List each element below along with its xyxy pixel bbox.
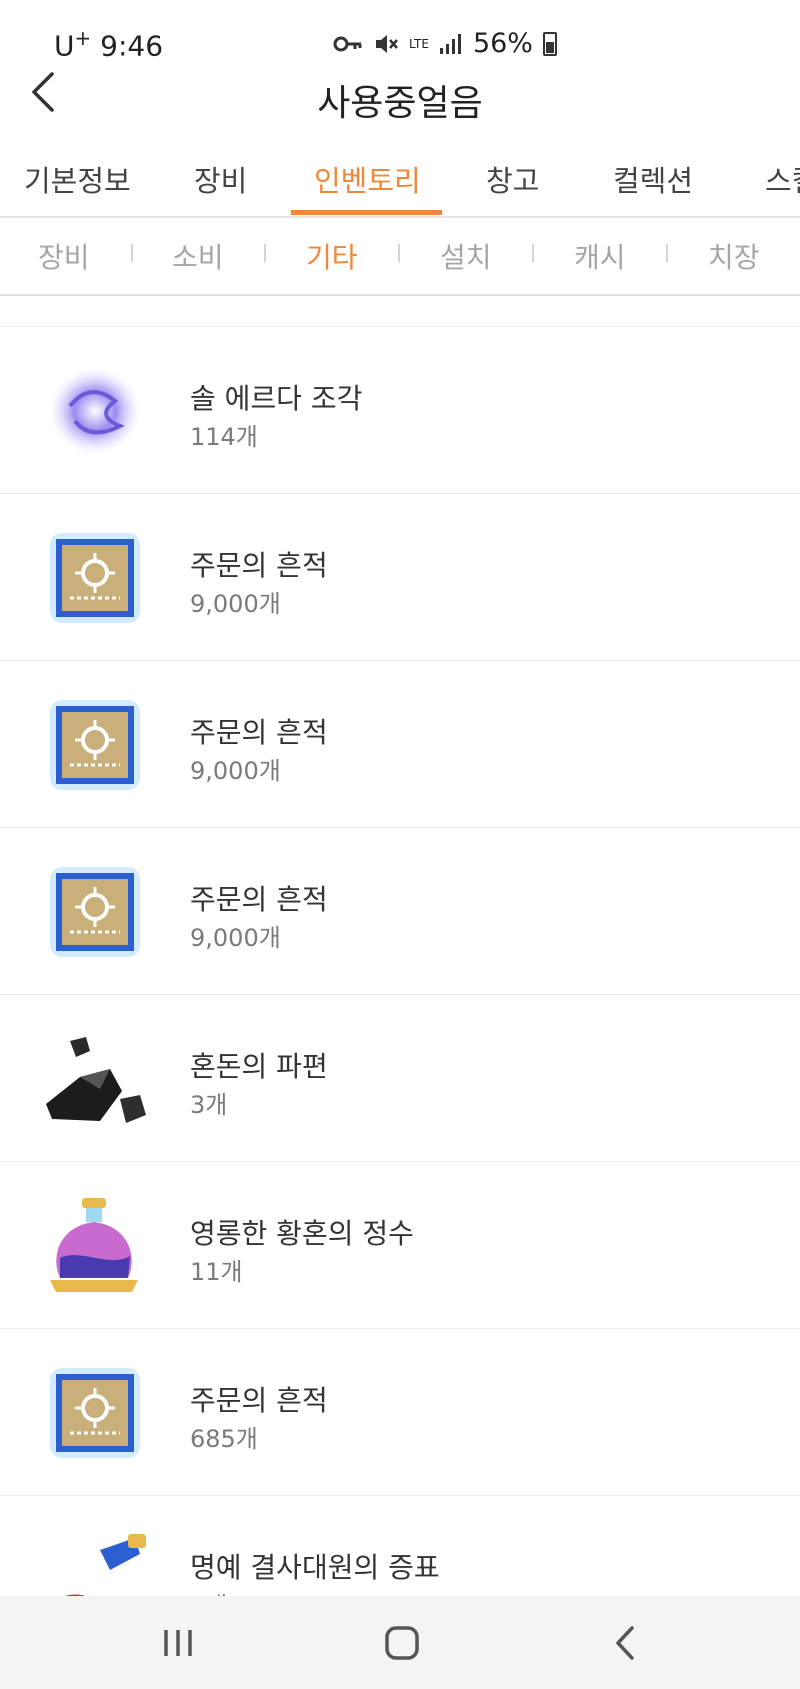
item-quantity: 114개 [190, 423, 258, 451]
recent-apps-button[interactable] [148, 1618, 208, 1668]
list-item[interactable]: 영롱한 황혼의 정수 11개 [0, 1162, 800, 1329]
vpn-key-icon [333, 36, 362, 51]
subtab-equip[interactable]: 장비 [38, 236, 90, 276]
item-quantity: 9,000개 [190, 590, 281, 618]
list-item[interactable]: 주문의 흔적 9,000개 [0, 661, 800, 828]
chaos-fragment-icon [40, 1029, 150, 1129]
subtab-cash[interactable]: 캐시 [574, 236, 626, 276]
tab-inventory[interactable]: 인벤토리 [314, 158, 421, 200]
item-name: 주문의 흔적 [190, 716, 328, 749]
tab-storage[interactable]: 창고 [486, 158, 539, 200]
spell-trace-icon [40, 1363, 150, 1463]
system-back-button[interactable] [596, 1618, 656, 1668]
sol-erda-fragment-icon [40, 361, 150, 461]
item-quantity: 9,000개 [190, 757, 281, 785]
signal-icon [439, 33, 461, 54]
item-name: 솔 에르다 조각 [190, 382, 363, 415]
network-type: LTE [409, 36, 429, 51]
sub-tabs: 장비 소비 기타 설치 캐시 치장 [0, 218, 800, 296]
spell-trace-icon [40, 862, 150, 962]
inventory-list: 솔 에르다 조각 114개 주문의 흔적 9,000개 주문의 흔적 9,000… [0, 326, 800, 1596]
tab-collection[interactable]: 컬렉션 [613, 158, 693, 200]
spell-trace-icon [40, 528, 150, 628]
list-item[interactable]: 솔 에르다 조각 114개 [0, 327, 800, 494]
spell-trace-icon [40, 695, 150, 795]
item-quantity: 3개 [190, 1091, 228, 1119]
back-icon [616, 1626, 634, 1660]
list-item[interactable]: 주문의 흔적 685개 [0, 1329, 800, 1496]
recent-apps-icon [164, 1630, 192, 1656]
item-quantity: 11개 [190, 1258, 243, 1286]
subtab-etc[interactable]: 기타 [306, 236, 358, 276]
battery-percent: 56% [472, 28, 533, 59]
main-tabs: 기본정보 장비 인벤토리 창고 컬렉션 스킬 [0, 140, 800, 218]
list-item[interactable]: 주문의 흔적 9,000개 [0, 828, 800, 995]
clock: 9:46 [100, 29, 164, 63]
home-icon [385, 1626, 419, 1660]
status-right: LTE 56% [333, 28, 557, 59]
list-item[interactable]: 명예 결사대원의 증표 1개 [0, 1496, 800, 1596]
item-name: 명예 결사대원의 증표 [190, 1551, 440, 1584]
item-quantity: 685개 [190, 1425, 258, 1453]
active-tab-indicator [291, 210, 442, 215]
page-title: 사용중얼음 [317, 83, 483, 124]
subtab-divider [666, 244, 668, 262]
item-name: 주문의 흔적 [190, 549, 328, 582]
tab-basic-info[interactable]: 기본정보 [24, 158, 131, 200]
subtab-install[interactable]: 설치 [440, 236, 492, 276]
item-name: 혼돈의 파편 [190, 1050, 328, 1083]
battery-icon [542, 31, 557, 56]
header: 사용중얼음 [0, 60, 800, 130]
honor-token-icon [40, 1530, 150, 1596]
tab-skill[interactable]: 스킬 [765, 158, 800, 200]
system-nav-bar [0, 1596, 800, 1689]
mute-icon [376, 34, 398, 53]
list-item[interactable]: 혼돈의 파편 3개 [0, 995, 800, 1162]
item-name: 주문의 흔적 [190, 1384, 328, 1417]
list-item[interactable]: 주문의 흔적 9,000개 [0, 494, 800, 661]
subtab-divider [131, 244, 133, 262]
status-left: U+ 9:46 [54, 26, 163, 62]
tab-equipment[interactable]: 장비 [194, 158, 247, 200]
subtab-divider [532, 244, 534, 262]
item-name: 주문의 흔적 [190, 883, 328, 916]
item-quantity: 1개 [190, 1586, 227, 1596]
subtab-divider [398, 244, 400, 262]
subtab-divider [264, 244, 266, 262]
carrier: U [54, 29, 75, 63]
home-button[interactable] [372, 1618, 432, 1668]
item-quantity: 9,000개 [190, 924, 281, 952]
subtab-consume[interactable]: 소비 [172, 236, 224, 276]
twilight-essence-icon [40, 1196, 150, 1296]
carrier-plus: + [74, 26, 92, 50]
subtab-decoration[interactable]: 치장 [708, 236, 760, 276]
item-name: 영롱한 황혼의 정수 [190, 1217, 414, 1250]
